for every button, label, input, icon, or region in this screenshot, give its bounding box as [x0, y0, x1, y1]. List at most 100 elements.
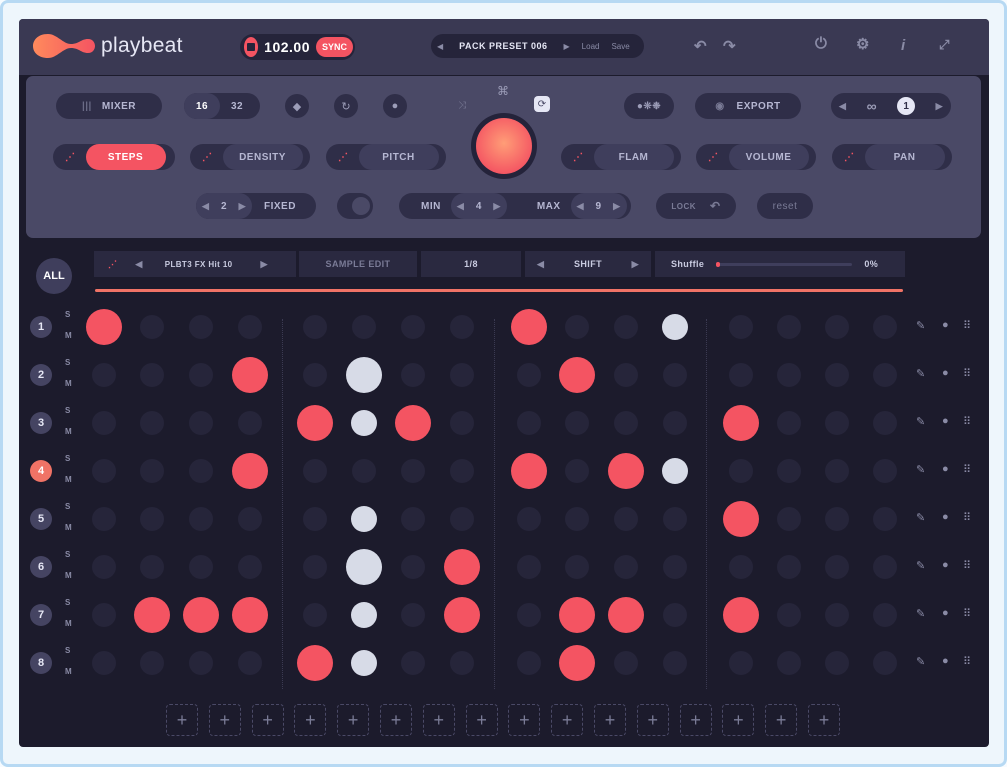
pencil-icon[interactable]: ✎ — [916, 415, 925, 428]
step-off[interactable] — [565, 315, 589, 339]
step-off[interactable] — [777, 507, 801, 531]
step-off[interactable] — [189, 411, 213, 435]
step-on[interactable] — [134, 597, 170, 633]
lock-icon[interactable]: ● — [942, 559, 949, 571]
step-off[interactable] — [450, 315, 474, 339]
param-pitch-random-icon[interactable]: ⋰ — [338, 152, 349, 163]
step-off[interactable] — [238, 555, 262, 579]
add-step-slot[interactable]: + — [594, 704, 626, 736]
step-on[interactable] — [723, 501, 759, 537]
expand-icon[interactable]: ⤢ — [939, 37, 949, 53]
step-off[interactable] — [140, 555, 164, 579]
step-off[interactable] — [92, 411, 116, 435]
preset-save-button[interactable]: Save — [605, 42, 635, 51]
param-steps-random-icon[interactable]: ⋰ — [65, 152, 76, 163]
param-density[interactable]: ⋰ DENSITY — [190, 144, 310, 170]
loop-selector[interactable]: ◀ ∞ 1 ▶ — [831, 93, 951, 119]
max-inc-icon[interactable]: ▶ — [613, 201, 620, 212]
step-off[interactable] — [565, 459, 589, 483]
step-on[interactable] — [183, 597, 219, 633]
step-off[interactable] — [663, 411, 687, 435]
loop-next-icon[interactable]: ▶ — [936, 101, 943, 112]
preset-load-button[interactable]: Load — [576, 42, 606, 51]
step-off[interactable] — [401, 363, 425, 387]
info-icon[interactable]: i — [901, 37, 905, 54]
sample-random-icon[interactable]: ⋰ — [108, 259, 117, 270]
step-off[interactable] — [401, 555, 425, 579]
step-off[interactable] — [92, 603, 116, 627]
step-off[interactable] — [401, 507, 425, 531]
param-steps[interactable]: ⋰ STEPS — [53, 144, 175, 170]
steps-32-option[interactable]: 32 — [231, 101, 243, 112]
step-off[interactable] — [303, 603, 327, 627]
undo-icon[interactable]: ↶ — [694, 37, 707, 55]
step-off[interactable] — [303, 555, 327, 579]
step-off[interactable] — [825, 507, 849, 531]
division-selector[interactable]: 1/8 — [421, 251, 521, 277]
param-pitch[interactable]: ⋰ PITCH — [326, 144, 446, 170]
step-accent[interactable] — [351, 410, 377, 436]
step-off[interactable] — [663, 507, 687, 531]
step-off[interactable] — [825, 363, 849, 387]
step-off[interactable] — [614, 363, 638, 387]
step-off[interactable] — [92, 459, 116, 483]
step-on[interactable] — [297, 405, 333, 441]
step-off[interactable] — [401, 459, 425, 483]
step-off[interactable] — [189, 507, 213, 531]
min-inc-icon[interactable]: ▶ — [493, 201, 500, 212]
param-flam-random-icon[interactable]: ⋰ — [573, 152, 584, 163]
step-off[interactable] — [873, 603, 897, 627]
mute-button[interactable]: M — [65, 518, 72, 538]
lock-icon[interactable]: ● — [942, 463, 949, 475]
solo-button[interactable]: S — [65, 497, 70, 517]
step-off[interactable] — [777, 411, 801, 435]
solo-button[interactable]: S — [65, 641, 70, 661]
step-on[interactable] — [232, 357, 268, 393]
step-off[interactable] — [663, 555, 687, 579]
fixed-dec-icon[interactable]: ◀ — [202, 201, 209, 212]
reset-rotate-icon[interactable]: ↻ — [334, 94, 358, 118]
mode-toggle[interactable] — [337, 193, 373, 219]
drag-handle-icon[interactable]: ⠿ — [963, 415, 971, 428]
step-on[interactable] — [511, 453, 547, 489]
drag-handle-icon[interactable]: ⠿ — [963, 607, 971, 620]
row-number[interactable]: 6 — [30, 556, 52, 578]
step-off[interactable] — [238, 651, 262, 675]
mute-button[interactable]: M — [65, 422, 72, 442]
step-on[interactable] — [723, 405, 759, 441]
step-accent[interactable] — [351, 602, 377, 628]
solo-button[interactable]: S — [65, 305, 70, 325]
step-off[interactable] — [140, 315, 164, 339]
step-off[interactable] — [825, 411, 849, 435]
step-off[interactable] — [450, 651, 474, 675]
step-off[interactable] — [729, 555, 753, 579]
step-accent[interactable] — [662, 314, 688, 340]
step-off[interactable] — [614, 651, 638, 675]
param-pan-random-icon[interactable]: ⋰ — [844, 152, 855, 163]
step-off[interactable] — [238, 411, 262, 435]
fx-toggle[interactable]: ●❊❉ — [624, 93, 674, 119]
step-off[interactable] — [140, 651, 164, 675]
step-on[interactable] — [608, 453, 644, 489]
solo-button[interactable]: S — [65, 593, 70, 613]
add-step-slot[interactable]: + — [636, 704, 669, 736]
pencil-icon[interactable]: ✎ — [916, 511, 925, 524]
redo-icon[interactable]: ↷ — [723, 37, 736, 55]
step-off[interactable] — [401, 651, 425, 675]
step-off[interactable] — [517, 411, 541, 435]
step-off[interactable] — [777, 651, 801, 675]
drag-handle-icon[interactable]: ⠿ — [963, 511, 971, 524]
loop-prev-icon[interactable]: ◀ — [839, 101, 846, 112]
preset-name[interactable]: PACK PRESET 006 — [449, 41, 557, 51]
step-off[interactable] — [238, 315, 262, 339]
add-step-slot[interactable]: + — [551, 704, 584, 736]
step-off[interactable] — [663, 363, 687, 387]
stop-button[interactable] — [244, 37, 259, 57]
lock-icon[interactable]: ● — [942, 607, 949, 619]
step-on[interactable] — [395, 405, 431, 441]
step-off[interactable] — [777, 459, 801, 483]
add-step-slot[interactable]: + — [679, 704, 712, 736]
step-off[interactable] — [92, 507, 116, 531]
step-off[interactable] — [614, 555, 638, 579]
sample-prev-icon[interactable]: ◀ — [135, 259, 142, 270]
